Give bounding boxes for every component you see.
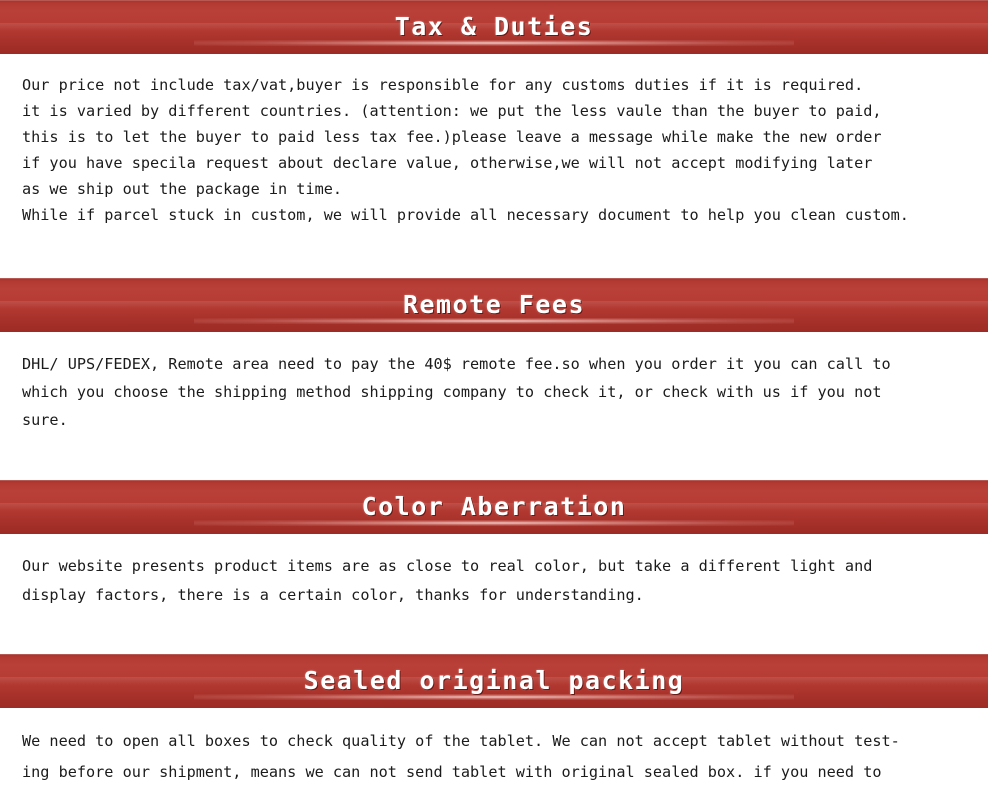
body-line: We need to open all boxes to check quali… (22, 732, 900, 750)
section-body-color-aberration: Our website presents product items are a… (0, 534, 992, 624)
section-banner-remote-fees: Remote Fees (0, 278, 988, 332)
body-line: as we ship out the package in time. (22, 180, 343, 198)
section-banner-color-aberration: Color Aberration (0, 480, 988, 534)
body-line: DHL/ UPS/FEDEX, Remote area need to pay … (22, 355, 891, 373)
body-line: Our website presents product items are a… (22, 557, 873, 575)
body-line: While if parcel stuck in custom, we will… (22, 206, 909, 224)
body-line: which you choose the shipping method shi… (22, 383, 882, 401)
section-body-tax-and-duties: Our price not include tax/vat,buyer is r… (0, 54, 992, 242)
body-line: it is varied by different countries. (at… (22, 102, 882, 120)
body-line: display factors, there is a certain colo… (22, 586, 644, 604)
section-banner-sealed-original-packing: Sealed original packing (0, 654, 988, 708)
section-title-sealed-original-packing: Sealed original packing (303, 665, 685, 695)
section-title-remote-fees: Remote Fees (402, 289, 586, 319)
section-body-sealed-original-packing: We need to open all boxes to check quali… (0, 708, 992, 802)
body-line: if you have specila request about declar… (22, 154, 873, 172)
section-banner-tax-and-duties: Tax & Duties (0, 0, 988, 54)
section-title-color-aberration: Color Aberration (361, 491, 627, 521)
section-title-tax-and-duties: Tax & Duties (394, 11, 594, 41)
section-body-remote-fees: DHL/ UPS/FEDEX, Remote area need to pay … (0, 332, 992, 448)
policy-page: Tax & Duties Our price not include tax/v… (0, 0, 992, 800)
body-line: Our price not include tax/vat,buyer is r… (22, 76, 864, 94)
body-line: ing before our shipment, means we can no… (22, 763, 882, 781)
body-line: sure. (22, 411, 68, 429)
body-line: this is to let the buyer to paid less ta… (22, 128, 882, 146)
